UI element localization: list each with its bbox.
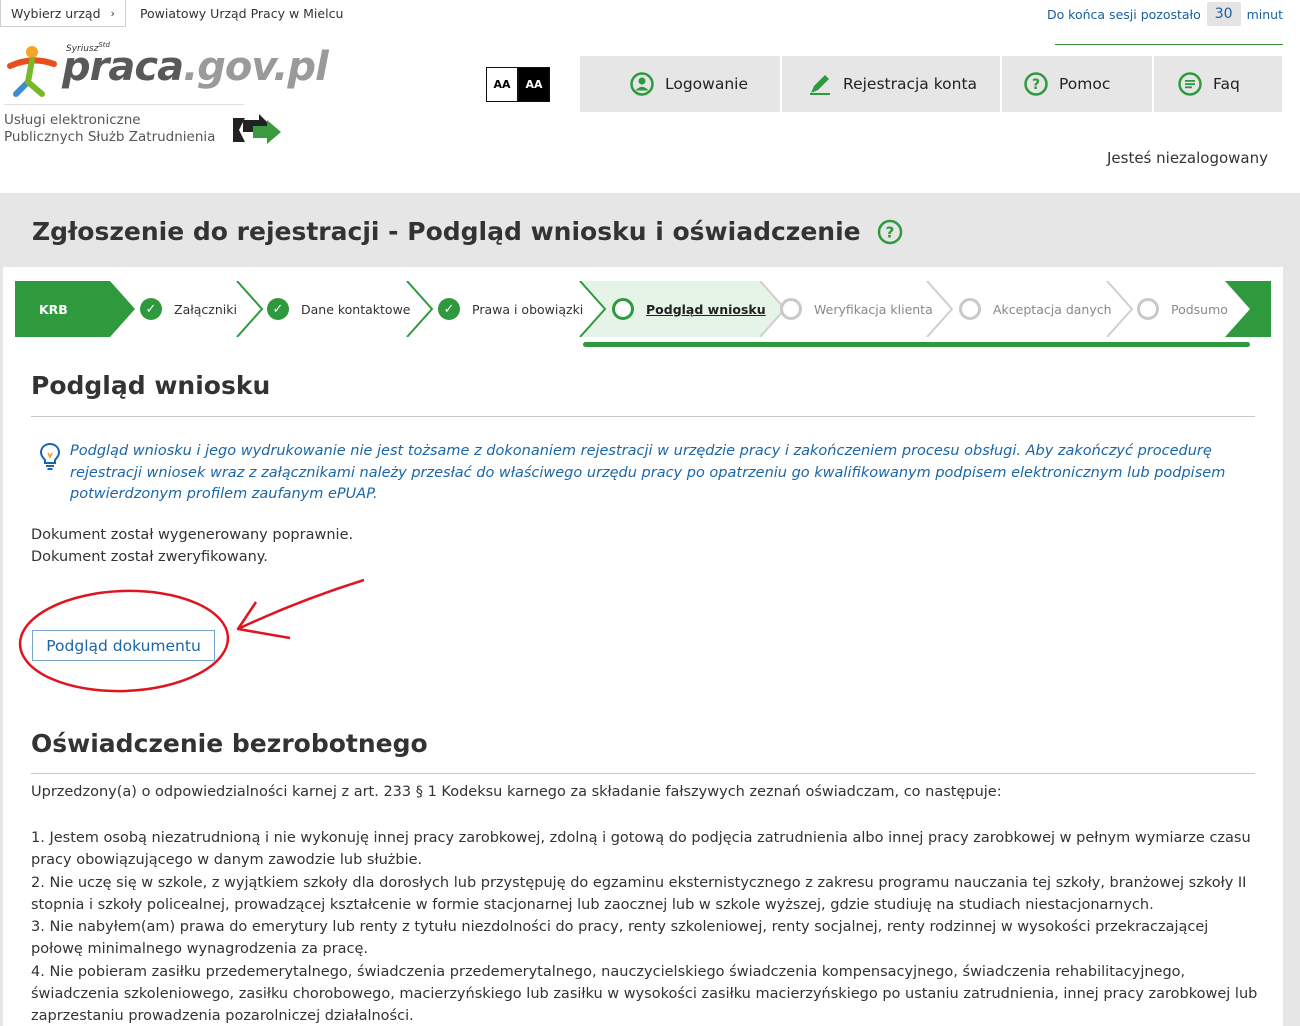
pending-step-icon [959,298,981,320]
declaration-heading: Oświadczenie bezrobotnego [31,729,428,758]
session-minutes: 30 [1206,2,1241,26]
page-title-text: Zgłoszenie do rejestracji - Podgląd wnio… [32,217,861,246]
nav-help-label: Pomoc [1059,75,1111,93]
check-icon: ✓ [438,298,460,320]
step-summary-label: Podsumo [1171,301,1228,317]
step-preview-label: Podgląd wniosku [646,301,766,317]
nav-separator [1000,56,1002,112]
praca-gov-logo[interactable]: SyriuszStd praca.gov.pl [4,38,329,104]
office-name: Powiatowy Urząd Pracy w Mielcu [139,6,344,21]
preview-document-button[interactable]: Podgląd dokumentu [32,630,215,661]
declaration-item: 4. Nie pobieram zasiłku przedemerytalneg… [31,963,1258,1025]
logo-wordmark: praca.gov.pl [62,44,329,90]
session-suffix: minut [1246,6,1283,22]
step-krb: KRB [39,301,68,317]
nav-help[interactable]: ? Pomoc [1024,70,1110,98]
chat-icon [1178,72,1202,96]
step-attachments-label: Załączniki [174,301,237,317]
declaration-divider [31,773,1255,774]
contrast-normal-button[interactable]: AA [486,67,518,102]
step-attachments[interactable]: ✓ Załączniki [140,281,237,337]
help-icon[interactable]: ? [877,219,903,245]
declaration-intro: Uprzedzony(a) o odpowiedzialności karnej… [31,784,1002,800]
declaration-item: 2. Nie uczę się w szkole, z wyjątkiem sz… [31,874,1247,913]
info-notice: Podgląd wniosku i jego wydrukowanie nie … [38,441,1258,506]
chevron-right-icon: › [110,6,115,20]
step-verification: Weryfikacja klienta [780,281,933,337]
step-indicator: KRB ✓ Załączniki ✓ Dane kontaktowe ✓ Pra… [15,281,1271,337]
help-icon: ? [1024,72,1048,96]
session-underline [1055,44,1283,45]
svg-text:?: ? [1032,77,1040,93]
declaration-item: 3. Nie nabyłem(am) prawa do emerytury lu… [31,919,1209,958]
nav-register[interactable]: Rejestracja konta [808,70,977,98]
nav-separator [1152,56,1154,112]
office-select-label: Wybierz urząd [11,5,101,21]
pencil-icon [810,75,830,95]
contrast-high-button[interactable]: AA [518,67,550,102]
step-acceptance-label: Akceptacja danych [993,301,1112,317]
session-prefix: Do końca sesji pozostało [1046,6,1201,22]
step-rights-label: Prawa i obowiązki [472,301,584,317]
step-progress-bar [583,342,1250,347]
declaration-list: 1. Jestem osobą niezatrudnioną i nie wyk… [31,827,1261,1026]
psz-logo-icon [233,114,281,144]
document-status: Dokument został wygenerowany poprawnie. … [31,524,353,568]
step-contact-label: Dane kontaktowe [301,301,411,317]
top-navigation: Logowanie Rejestracja konta ? Pomoc Faq [580,56,1282,112]
step-verification-label: Weryfikacja klienta [814,301,933,317]
status-verified: Dokument został zweryfikowany. [31,549,268,565]
logo-divider [4,104,244,105]
svg-text:?: ? [885,223,894,241]
office-select-button[interactable]: Wybierz urząd › [0,0,126,27]
preview-divider [31,416,1255,417]
step-contact[interactable]: ✓ Dane kontaktowe [267,281,411,337]
nav-register-label: Rejestracja konta [843,75,978,93]
office-bar: Wybierz urząd › Powiatowy Urząd Pracy w … [0,0,343,27]
services-text: Usługi elektroniczne Publicznych Służb Z… [4,112,216,145]
preview-heading: Podgląd wniosku [31,371,271,400]
info-text: Podgląd wniosku i jego wydrukowanie nie … [70,443,1226,502]
logo-figure-icon [7,46,57,97]
step-preview[interactable]: Podgląd wniosku [612,281,766,337]
status-generated: Dokument został wygenerowany poprawnie. [31,527,354,543]
current-step-icon [612,298,634,320]
contrast-switch: AA AA [486,67,550,102]
step-acceptance: Akceptacja danych [959,281,1112,337]
user-icon [630,72,654,96]
page-title: Zgłoszenie do rejestracji - Podgląd wnio… [32,217,903,246]
session-timer: Do końca sesji pozostało 30 minut [1047,2,1283,26]
nav-faq[interactable]: Faq [1178,70,1240,98]
login-status: Jesteś niezalogowany [1106,149,1268,167]
step-summary: Podsumo [1137,281,1228,337]
declaration-item: 1. Jestem osobą niezatrudnioną i nie wyk… [31,830,1251,869]
step-rights[interactable]: ✓ Prawa i obowiązki [438,281,583,337]
nav-login[interactable]: Logowanie [630,70,748,98]
pending-step-icon [780,298,802,320]
pending-step-icon [1137,298,1159,320]
nav-faq-label: Faq [1213,75,1240,93]
check-icon: ✓ [140,298,162,320]
check-icon: ✓ [267,298,289,320]
nav-separator [780,56,782,112]
lightbulb-icon [39,442,61,470]
nav-login-label: Logowanie [665,75,749,93]
